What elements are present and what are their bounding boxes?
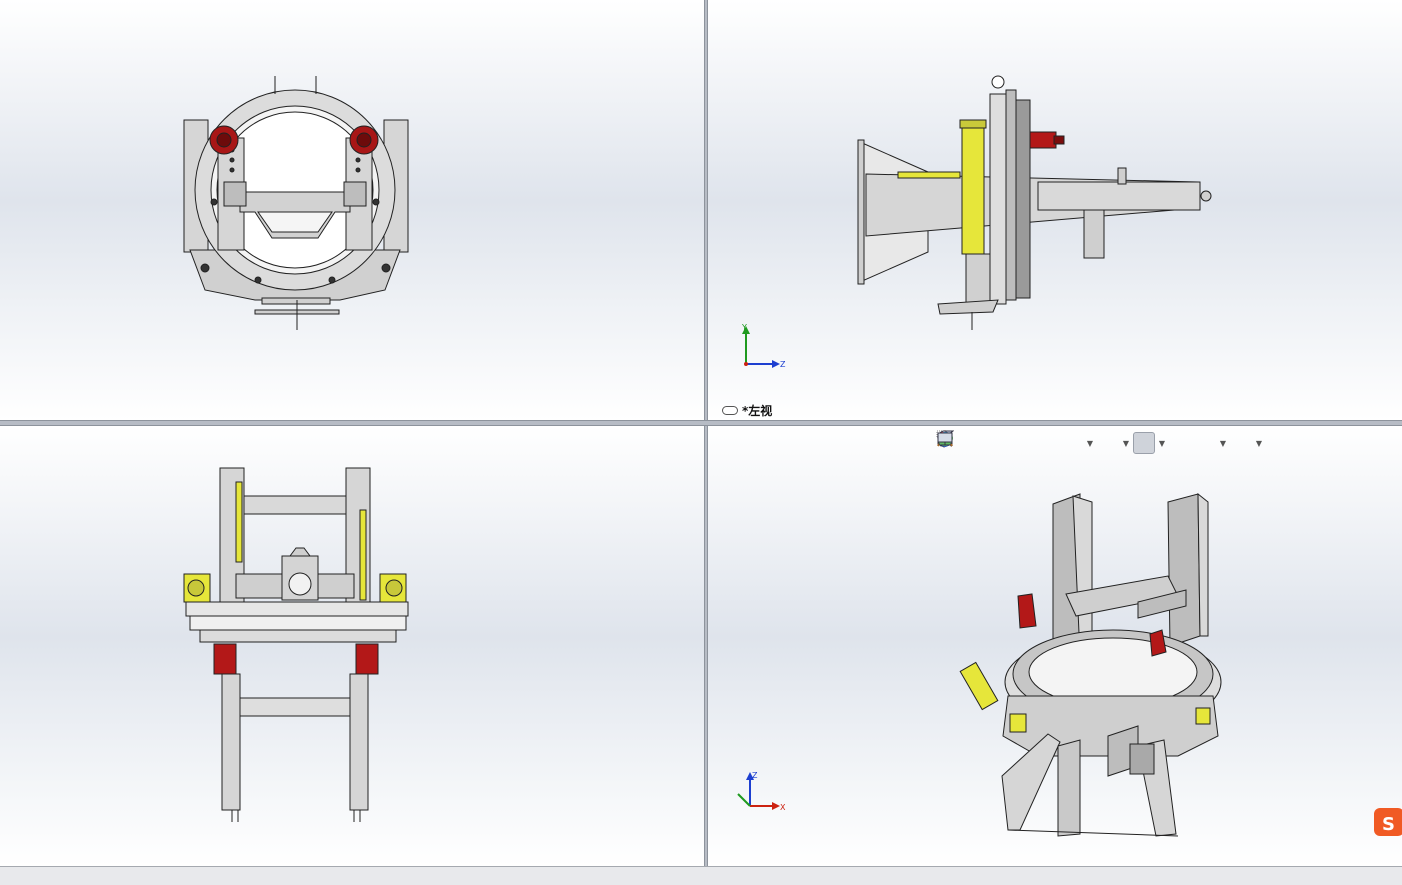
viewport-splitter-vertical[interactable]: [704, 0, 708, 866]
isometric-viewport[interactable]: ▼ ▼ ▼ ▼ ▼ Z X S: [708, 426, 1402, 866]
svg-text:S: S: [1382, 814, 1395, 835]
view-name: *左视: [742, 404, 773, 418]
axis-z-label: Z: [780, 360, 786, 369]
status-bar: [0, 866, 1402, 885]
front-viewport[interactable]: [0, 0, 704, 420]
left-viewport[interactable]: Y Z *左视: [708, 0, 1402, 420]
axis-y-label: Y: [741, 323, 747, 332]
axis-x-label: X: [780, 803, 786, 812]
link-icon: [722, 406, 738, 415]
top-view-model: [183, 467, 409, 822]
viewport-splitter-horizontal[interactable]: [0, 420, 1402, 426]
view-label: *左视: [722, 402, 772, 419]
axis-z-label: Z: [752, 771, 758, 780]
input-method-logo-icon[interactable]: S: [1362, 806, 1402, 840]
top-viewport[interactable]: [0, 426, 704, 866]
left-view-model: [857, 75, 1212, 330]
front-view-model: [183, 76, 409, 330]
isometric-view-model: [959, 492, 1222, 837]
